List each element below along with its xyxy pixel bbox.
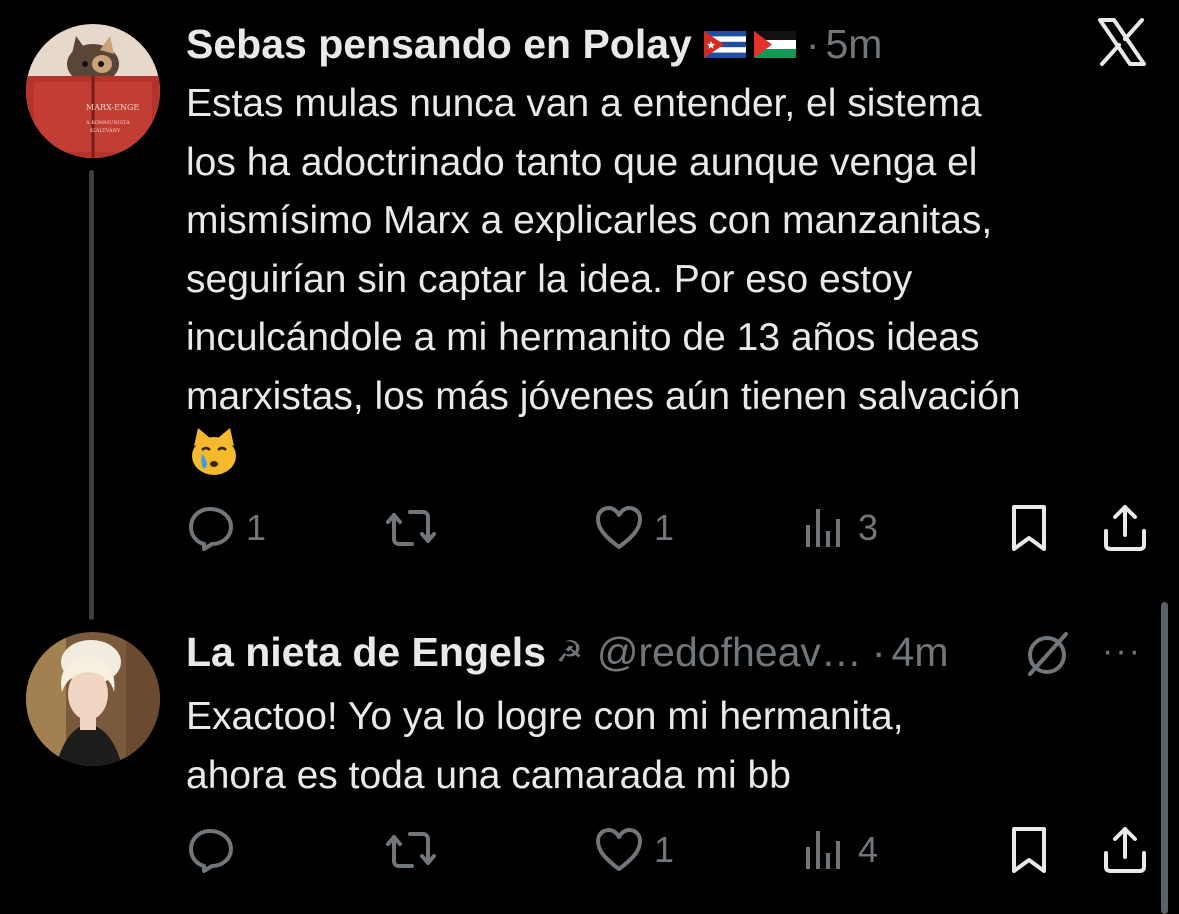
views-icon <box>806 831 840 869</box>
avatar-image: MARX-ENGE A KOMMUNISTA KIÁLTVÁNY <box>26 24 160 158</box>
reply-button[interactable] <box>186 820 246 880</box>
crying-cat-icon <box>192 428 236 475</box>
tweet-engels[interactable]: La nieta de Engels ☭ @redofheav… · 4m ··… <box>0 600 1179 914</box>
reply-button[interactable]: 1 <box>186 498 266 558</box>
retweet-button[interactable] <box>386 820 446 880</box>
views-icon <box>806 509 840 547</box>
retweet-icon <box>386 832 436 868</box>
palestine-flag-icon <box>753 30 796 58</box>
like-button[interactable]: 1 <box>594 498 674 558</box>
share-icon <box>1104 505 1146 551</box>
cuba-flag-icon <box>703 30 746 58</box>
scrollbar[interactable] <box>1161 602 1168 914</box>
timestamp[interactable]: 5m <box>826 21 883 68</box>
grok-icon[interactable] <box>1022 628 1074 680</box>
bookmark-icon <box>1012 505 1046 551</box>
tweet-text: Exactoo! Yo ya lo logre con mi hermanita… <box>186 695 904 797</box>
views-count: 3 <box>858 507 879 548</box>
share-button[interactable] <box>1100 498 1150 558</box>
share-button[interactable] <box>1100 820 1150 880</box>
bookmark-icon <box>1012 827 1046 873</box>
tweet-sebas[interactable]: MARX-ENGE A KOMMUNISTA KIÁLTVÁNY Sebas p… <box>0 0 1179 620</box>
x-logo-icon <box>1098 18 1146 66</box>
views-button[interactable]: 3 <box>798 498 878 558</box>
display-name[interactable]: La nieta de Engels <box>186 629 546 676</box>
views-count: 4 <box>858 829 879 870</box>
thread-line <box>89 170 94 620</box>
heart-icon <box>596 828 642 871</box>
action-bar: 1 1 3 <box>186 498 1156 558</box>
tweet-header: La nieta de Engels ☭ @redofheav… · 4m <box>186 622 949 682</box>
like-count: 1 <box>654 829 675 870</box>
dot-separator: · <box>871 628 886 675</box>
hammer-sickle-icon: ☭ <box>556 635 583 669</box>
tweet-header: Sebas pensando en Polay · 5m <box>186 14 882 74</box>
bookmark-button[interactable] <box>1004 498 1054 558</box>
retweet-button[interactable] <box>386 498 446 558</box>
avatar[interactable]: MARX-ENGE A KOMMUNISTA KIÁLTVÁNY <box>26 24 160 158</box>
reply-icon <box>189 829 233 873</box>
action-bar: 1 4 <box>186 820 1156 880</box>
heart-icon <box>596 506 642 549</box>
avatar[interactable] <box>26 632 160 766</box>
reply-count: 1 <box>246 507 267 548</box>
flags <box>703 30 796 58</box>
like-button[interactable]: 1 <box>594 820 674 880</box>
tweet-text: Estas mulas nunca van a entender, el sis… <box>186 82 1021 418</box>
avatar-book-subtitle-2: KIÁLTVÁNY <box>90 127 121 134</box>
like-count: 1 <box>654 507 675 548</box>
share-icon <box>1104 827 1146 873</box>
avatar-image <box>26 632 160 766</box>
display-name[interactable]: Sebas pensando en Polay <box>186 21 692 68</box>
handle[interactable]: @redofheav… <box>597 629 862 676</box>
bookmark-button[interactable] <box>1004 820 1054 880</box>
views-button[interactable]: 4 <box>798 820 878 880</box>
timestamp[interactable]: 4m <box>892 629 949 676</box>
reply-icon <box>189 507 233 551</box>
avatar-book-title: MARX-ENGE <box>86 103 139 112</box>
avatar-book-subtitle: A KOMMUNISTA <box>85 120 130 126</box>
dot-separator: · <box>805 20 820 67</box>
retweet-icon <box>386 510 436 546</box>
more-options-button[interactable]: ··· <box>1102 632 1142 671</box>
